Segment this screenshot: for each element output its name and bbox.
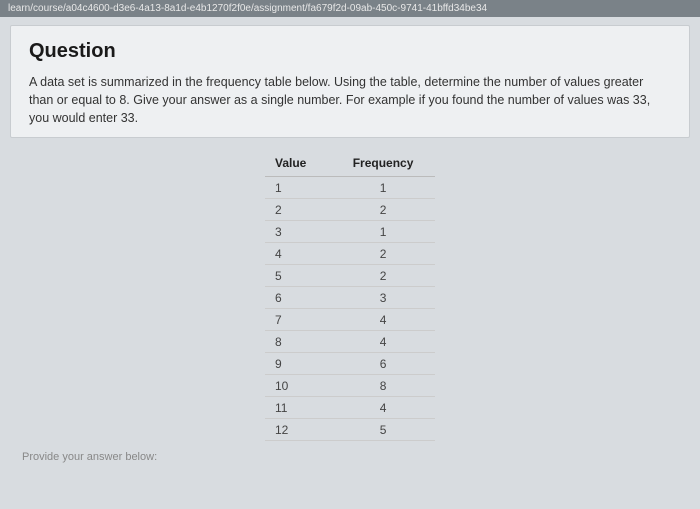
cell-value: 9 <box>265 353 331 375</box>
answer-prompt-label: Provide your answer below: <box>22 451 700 463</box>
cell-value: 11 <box>265 397 331 419</box>
cell-frequency: 2 <box>331 265 435 287</box>
cell-frequency: 2 <box>331 243 435 265</box>
cell-value: 7 <box>265 309 331 331</box>
url-bar: learn/course/a04c4600-d3e6-4a13-8a1d-e4b… <box>0 0 700 17</box>
cell-frequency: 5 <box>331 419 435 441</box>
table-row: 31 <box>265 221 435 243</box>
cell-frequency: 4 <box>331 331 435 353</box>
cell-value: 3 <box>265 221 331 243</box>
cell-value: 6 <box>265 287 331 309</box>
table-row: 108 <box>265 375 435 397</box>
cell-frequency: 4 <box>331 309 435 331</box>
cell-value: 10 <box>265 375 331 397</box>
header-frequency: Frequency <box>331 152 435 177</box>
frequency-table-wrap: Value Frequency 112231425263748496108114… <box>265 152 435 441</box>
cell-value: 2 <box>265 199 331 221</box>
question-prompt: A data set is summarized in the frequenc… <box>29 73 671 127</box>
cell-value: 1 <box>265 177 331 199</box>
header-value: Value <box>265 152 331 177</box>
cell-frequency: 1 <box>331 177 435 199</box>
question-card: Question A data set is summarized in the… <box>10 25 690 138</box>
cell-value: 12 <box>265 419 331 441</box>
table-row: 63 <box>265 287 435 309</box>
cell-frequency: 2 <box>331 199 435 221</box>
url-text: learn/course/a04c4600-d3e6-4a13-8a1d-e4b… <box>8 3 487 14</box>
table-header-row: Value Frequency <box>265 152 435 177</box>
table-row: 42 <box>265 243 435 265</box>
table-row: 114 <box>265 397 435 419</box>
table-row: 74 <box>265 309 435 331</box>
table-row: 84 <box>265 331 435 353</box>
table-row: 22 <box>265 199 435 221</box>
cell-frequency: 8 <box>331 375 435 397</box>
table-row: 11 <box>265 177 435 199</box>
table-row: 52 <box>265 265 435 287</box>
table-row: 125 <box>265 419 435 441</box>
table-row: 96 <box>265 353 435 375</box>
cell-frequency: 1 <box>331 221 435 243</box>
cell-value: 5 <box>265 265 331 287</box>
cell-frequency: 4 <box>331 397 435 419</box>
cell-frequency: 3 <box>331 287 435 309</box>
cell-frequency: 6 <box>331 353 435 375</box>
cell-value: 4 <box>265 243 331 265</box>
question-heading: Question <box>29 40 671 63</box>
cell-value: 8 <box>265 331 331 353</box>
frequency-table: Value Frequency 112231425263748496108114… <box>265 152 435 441</box>
